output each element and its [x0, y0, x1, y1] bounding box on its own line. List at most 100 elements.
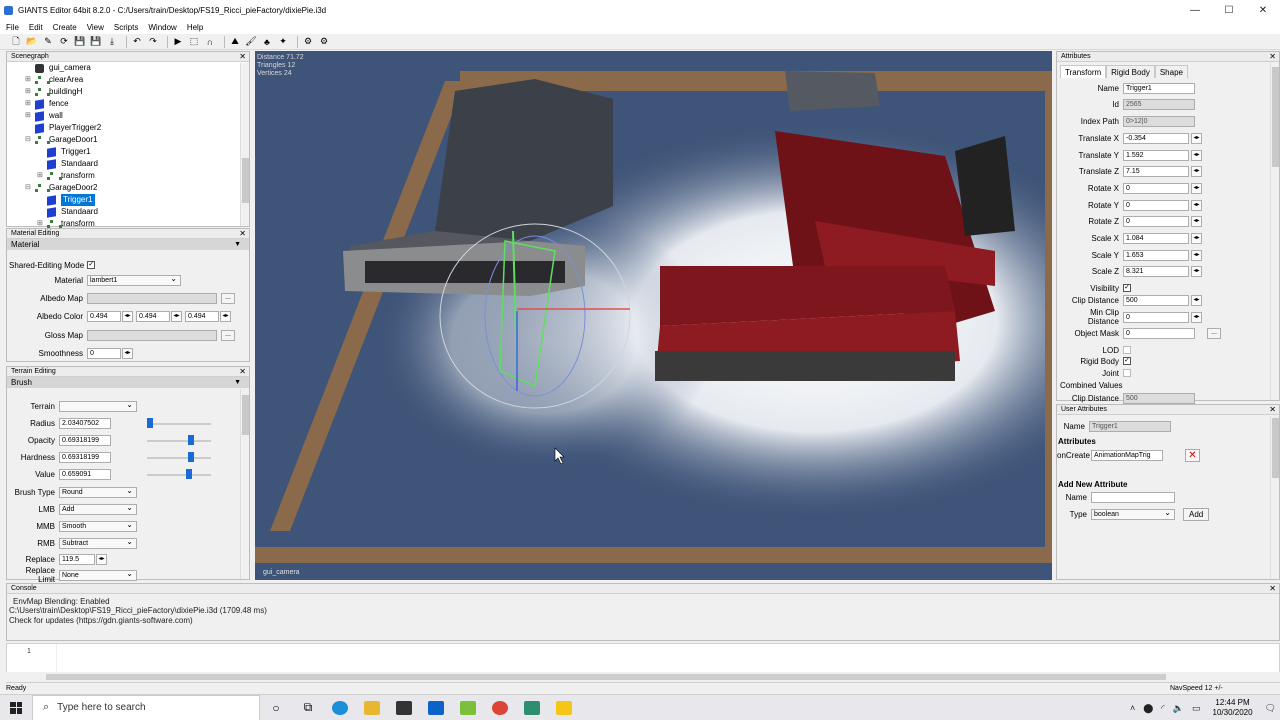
expand-toggle-icon[interactable]: ⊞ — [25, 110, 35, 122]
paint-tool-icon[interactable]: 🖌 — [245, 36, 257, 48]
scrollbar-thumb[interactable] — [242, 158, 249, 203]
foliage-tool-icon[interactable]: ♣ — [261, 36, 273, 48]
close-icon[interactable]: ✕ — [1269, 52, 1276, 62]
lod-checkbox[interactable] — [1123, 346, 1131, 354]
maximize-button[interactable]: ☐ — [1212, 0, 1246, 20]
close-icon[interactable]: ✕ — [1269, 405, 1276, 415]
select-icon[interactable]: ⬚ — [188, 36, 200, 48]
cortana-icon[interactable]: ○ — [260, 695, 292, 720]
radius-field[interactable]: 2.03407502 — [59, 417, 111, 429]
scenegraph-item[interactable]: ⊞ wall — [25, 110, 63, 122]
smoothness-field[interactable]: 0 — [87, 347, 121, 359]
user-attributes-scrollbar[interactable] — [1270, 416, 1279, 579]
attributes-scrollbar[interactable] — [1270, 63, 1279, 400]
scrollbar-thumb[interactable] — [1272, 67, 1279, 167]
collapse-arrow-icon[interactable]: ▼ — [234, 377, 241, 388]
scale-y-field[interactable]: 1.653 — [1123, 249, 1189, 261]
clip-distance-field[interactable]: 500 — [1123, 294, 1189, 306]
rotate-x-field[interactable]: 0 — [1123, 182, 1189, 194]
rotate-z-field[interactable]: 0 — [1123, 215, 1189, 227]
menu-window[interactable]: Window — [148, 23, 176, 32]
new-attr-type-select[interactable]: boolean — [1091, 508, 1175, 520]
object-mask-edit-button[interactable]: ... — [1207, 327, 1221, 339]
hardness-slider-handle[interactable] — [188, 452, 195, 462]
translate-z-field[interactable]: 7.15 — [1123, 165, 1189, 177]
close-icon[interactable]: ✕ — [239, 52, 246, 62]
translate-z-spinner[interactable]: ◂▸ — [1191, 165, 1202, 177]
translate-y-spinner[interactable]: ◂▸ — [1191, 149, 1202, 161]
material-section-header[interactable]: Material ▼ — [7, 239, 249, 250]
open-icon[interactable]: 📂 — [26, 36, 38, 48]
menu-file[interactable]: File — [6, 23, 19, 32]
expand-toggle-icon[interactable]: ⊞ — [37, 170, 47, 182]
clip-distance-spinner[interactable]: ◂▸ — [1191, 294, 1202, 306]
scenegraph-item[interactable]: ⊞ transform — [37, 170, 95, 182]
save-icon[interactable]: 💾 — [74, 36, 86, 48]
magnet-icon[interactable]: ∩ — [204, 36, 216, 48]
menu-view[interactable]: View — [87, 23, 104, 32]
translate-y-field[interactable]: 1.592 — [1123, 149, 1189, 161]
add-attribute-button[interactable]: Add — [1183, 507, 1210, 521]
lmb-select[interactable]: Add — [59, 503, 137, 515]
radius-slider-track[interactable] — [147, 423, 211, 425]
scenegraph-item[interactable]: ⊞ fence — [25, 98, 69, 110]
value-field[interactable]: 0.659091 — [59, 468, 111, 480]
undo-icon[interactable]: ↶ — [131, 36, 143, 48]
scenegraph-item[interactable]: PlayerTrigger2 — [25, 122, 101, 134]
notepad-plus-icon[interactable] — [452, 695, 484, 720]
translate-x-spinner[interactable]: ◂▸ — [1191, 132, 1202, 144]
albedo-map-field[interactable] — [87, 292, 217, 304]
store-icon[interactable] — [388, 695, 420, 720]
chevron-up-icon[interactable]: ˄ — [1130, 703, 1135, 713]
value-slider-track[interactable] — [147, 474, 211, 476]
value-slider-handle[interactable] — [186, 469, 193, 479]
oncreate-field[interactable]: AnimationMapTrig — [1091, 449, 1163, 461]
rigid-body-checkbox[interactable]: ✓ — [1123, 357, 1131, 365]
object-mask-field[interactable]: 0 — [1123, 327, 1195, 339]
terrain-scrollbar[interactable] — [240, 389, 249, 579]
scenegraph-item[interactable]: ⊟ GarageDoor1 — [25, 134, 97, 146]
tab-rigid-body[interactable]: Rigid Body — [1106, 65, 1155, 78]
import-icon[interactable]: ⤓ — [106, 36, 118, 48]
brush-type-select[interactable]: Round — [59, 486, 137, 498]
scenegraph-item[interactable]: ⊞ buildingH — [25, 86, 82, 98]
min-clip-distance-field[interactable]: 0 — [1123, 311, 1189, 323]
min-clip-distance-spinner[interactable]: ◂▸ — [1191, 311, 1202, 323]
taskbar-search[interactable]: ⌕ Type here to search — [32, 694, 260, 720]
network-icon[interactable]: ▭ — [1192, 703, 1201, 714]
material-select[interactable]: lambert1 — [87, 274, 181, 286]
start-button[interactable] — [0, 695, 32, 720]
close-icon[interactable]: ✕ — [239, 367, 246, 377]
scrollbar-thumb[interactable] — [1272, 418, 1279, 478]
expand-toggle-icon[interactable]: ⊞ — [25, 74, 35, 86]
tray-app-icon[interactable]: ⬤ — [1143, 703, 1153, 714]
albedo-color-g-spinner[interactable]: ◂▸ — [171, 310, 182, 322]
delete-attribute-button[interactable]: ✕ — [1185, 448, 1200, 462]
close-icon[interactable]: ✕ — [239, 229, 246, 239]
mail-icon[interactable] — [420, 695, 452, 720]
scrollbar-thumb[interactable] — [242, 395, 249, 435]
reload-icon[interactable]: ⟳ — [58, 36, 70, 48]
new-file-icon[interactable]: 🗋 — [10, 36, 22, 48]
hardness-field[interactable]: 0.69318199 — [59, 451, 111, 463]
scale-x-field[interactable]: 1.084 — [1123, 232, 1189, 244]
volume-icon[interactable]: 🔈 — [1173, 703, 1184, 714]
scale-z-field[interactable]: 8.321 — [1123, 265, 1189, 277]
mmb-select[interactable]: Smooth — [59, 520, 137, 532]
attr-name-field[interactable]: Trigger1 — [1123, 82, 1195, 94]
albedo-map-browse-button[interactable]: ... — [221, 292, 235, 304]
albedo-color-b-field[interactable]: 0.494 — [185, 310, 219, 322]
opacity-field[interactable]: 0.69318199 — [59, 434, 111, 446]
horizontal-scrollbar[interactable] — [6, 672, 1280, 682]
scale-y-spinner[interactable]: ◂▸ — [1191, 249, 1202, 261]
joint-checkbox[interactable] — [1123, 369, 1131, 377]
rotate-y-spinner[interactable]: ◂▸ — [1191, 199, 1202, 211]
scenegraph-item[interactable]: ⊞ clearArea — [25, 74, 83, 86]
tab-transform[interactable]: Transform — [1060, 65, 1107, 78]
albedo-color-b-spinner[interactable]: ◂▸ — [220, 310, 231, 322]
scale-x-spinner[interactable]: ◂▸ — [1191, 232, 1202, 244]
taskbar-clock[interactable]: 12:44 PM 10/30/2020 — [1213, 698, 1253, 718]
visibility-checkbox[interactable]: ✓ — [1123, 284, 1131, 292]
close-button[interactable]: ✕ — [1246, 0, 1280, 20]
replace-field[interactable]: 119.5 — [59, 553, 95, 565]
